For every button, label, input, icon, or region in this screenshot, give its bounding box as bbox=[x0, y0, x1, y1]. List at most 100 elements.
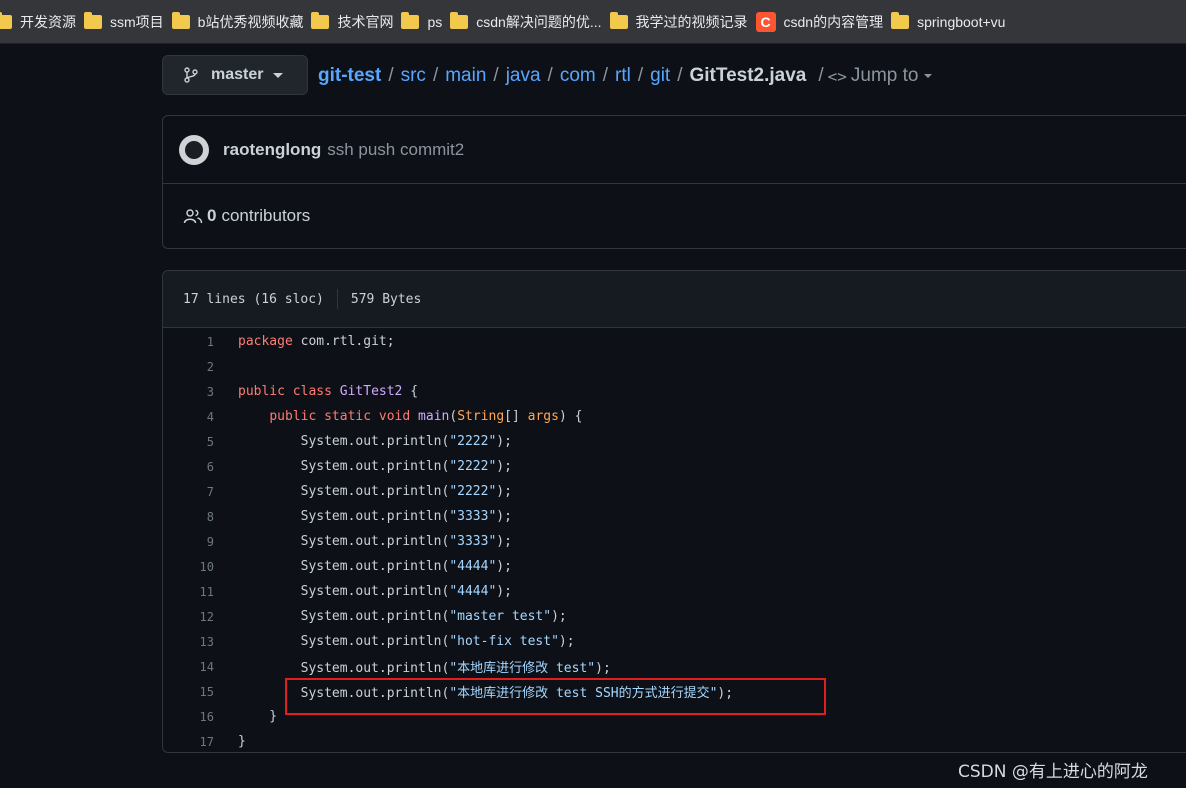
jump-to-label: Jump to bbox=[850, 65, 919, 86]
code-line: 10 System.out.println("4444"); bbox=[163, 554, 1186, 579]
line-number[interactable]: 13 bbox=[163, 635, 214, 649]
bookmark-label: ssm项目 bbox=[110, 13, 164, 30]
line-number[interactable]: 2 bbox=[163, 360, 214, 374]
code-line: 2 bbox=[163, 354, 1186, 379]
line-number[interactable]: 1 bbox=[163, 335, 214, 349]
bookmark-item[interactable]: ps bbox=[401, 0, 450, 43]
code-line: 12 System.out.println("master test"); bbox=[163, 604, 1186, 629]
code-token: String bbox=[457, 409, 505, 424]
breadcrumb: git-test / src / main / java / com / rtl / git / GitT… bbox=[318, 64, 932, 88]
code-token: ); bbox=[496, 484, 512, 499]
code-token: "4444" bbox=[449, 559, 497, 574]
code-token: } bbox=[238, 709, 278, 724]
code-token: com.rtl.git; bbox=[292, 334, 395, 349]
commit-row: raotenglong ssh push commit2 bbox=[163, 116, 1186, 184]
contributors-row[interactable]: 0 contributors bbox=[163, 184, 1186, 248]
line-number[interactable]: 6 bbox=[163, 460, 214, 474]
code-token: "3333" bbox=[449, 509, 497, 524]
line-number[interactable]: 7 bbox=[163, 485, 214, 499]
people-icon bbox=[183, 209, 203, 224]
divider bbox=[336, 289, 338, 309]
csdn-icon: C bbox=[755, 11, 776, 32]
breadcrumb-link[interactable]: rtl bbox=[615, 65, 631, 87]
code-token: "2222" bbox=[449, 484, 497, 499]
breadcrumb-separator: / bbox=[547, 65, 553, 86]
breadcrumb-separator: / bbox=[677, 65, 683, 86]
folder-icon bbox=[891, 11, 910, 29]
line-number[interactable]: 17 bbox=[163, 735, 214, 749]
code-token: ); bbox=[496, 434, 512, 449]
bookmark-item[interactable]: 开发资源 bbox=[0, 0, 84, 43]
line-code: System.out.println("hot-fix test"); bbox=[214, 634, 575, 649]
bookmark-label: csdn解决问题的优... bbox=[476, 13, 602, 30]
code-token: } bbox=[238, 734, 246, 749]
line-number[interactable]: 10 bbox=[163, 560, 214, 574]
line-number[interactable]: 9 bbox=[163, 535, 214, 549]
line-code: public class GitTest2 { bbox=[214, 384, 418, 399]
bookmark-item[interactable]: 技术官网 bbox=[311, 0, 401, 43]
line-code: System.out.println("master test"); bbox=[214, 609, 567, 624]
bookmark-label: b站优秀视频收藏 bbox=[197, 13, 304, 30]
code-token: main bbox=[418, 409, 450, 424]
code-line: 3 public class GitTest2 { bbox=[163, 379, 1186, 404]
line-code: System.out.println("4444"); bbox=[214, 559, 512, 574]
code-token: System.out.println( bbox=[238, 634, 450, 649]
breadcrumb-link[interactable]: src bbox=[401, 65, 426, 87]
line-number[interactable]: 12 bbox=[163, 610, 214, 624]
folder-icon bbox=[171, 11, 190, 29]
code-line: 13 System.out.println("hot-fix test"); bbox=[163, 629, 1186, 654]
code-token: "hot-fix test" bbox=[449, 634, 559, 649]
line-code: } bbox=[214, 709, 277, 724]
breadcrumb-link[interactable]: git bbox=[650, 65, 670, 87]
commit-message[interactable]: ssh push commit2 bbox=[327, 140, 464, 160]
code-line: 4 public static void main(String[] args)… bbox=[163, 404, 1186, 429]
line-number[interactable]: 11 bbox=[163, 585, 214, 599]
folder-icon bbox=[450, 11, 469, 29]
bookmark-item[interactable]: 我学过的视频记录 bbox=[609, 0, 756, 43]
code-token: [] bbox=[504, 409, 528, 424]
breadcrumb-separator: / bbox=[432, 65, 439, 86]
bookmark-item[interactable]: springboot+vu bbox=[891, 0, 1013, 43]
line-number[interactable]: 5 bbox=[163, 435, 214, 449]
breadcrumb-separator: / bbox=[637, 65, 644, 86]
code-token: ); bbox=[551, 609, 567, 624]
breadcrumb-link[interactable]: com bbox=[560, 65, 596, 87]
bookmark-item[interactable]: b站优秀视频收藏 bbox=[171, 0, 312, 43]
code-line: 6 System.out.println("2222"); bbox=[163, 454, 1186, 479]
breadcrumb-repo-link[interactable]: git-test bbox=[318, 65, 381, 87]
line-number[interactable]: 8 bbox=[163, 510, 214, 524]
breadcrumb-link[interactable]: java bbox=[506, 65, 541, 87]
breadcrumb-link[interactable]: main bbox=[445, 65, 486, 87]
code-token: static bbox=[324, 409, 372, 424]
bookmark-label: csdn的内容管理 bbox=[783, 13, 884, 30]
bookmark-item[interactable]: ssm项目 bbox=[84, 0, 172, 43]
jump-to-button[interactable]: <> Jump to bbox=[828, 65, 932, 87]
line-number[interactable]: 16 bbox=[163, 710, 214, 724]
line-code: System.out.println("3333"); bbox=[214, 534, 512, 549]
bookmark-item[interactable]: Ccsdn的内容管理 bbox=[755, 0, 892, 43]
code-token: System.out.println( bbox=[238, 534, 450, 549]
line-code: package com.rtl.git; bbox=[214, 334, 395, 349]
file-line-count: 17 lines (16 sloc) bbox=[183, 291, 324, 307]
code-line: 5 System.out.println("2222"); bbox=[163, 429, 1186, 454]
code-token: System.out.println( bbox=[238, 661, 450, 676]
line-number[interactable]: 3 bbox=[163, 385, 214, 399]
line-number[interactable]: 15 bbox=[163, 685, 214, 699]
line-number[interactable]: 14 bbox=[163, 660, 214, 674]
code-token: void bbox=[378, 409, 411, 424]
watermark: CSDN @有上进心的阿龙 bbox=[958, 762, 1148, 782]
folder-icon bbox=[609, 11, 628, 29]
bookmark-item[interactable]: csdn解决问题的优... bbox=[450, 0, 609, 43]
code-token: ) { bbox=[558, 409, 583, 424]
commit-author[interactable]: raotenglong bbox=[223, 140, 321, 160]
chevron-down-icon bbox=[923, 74, 932, 78]
code-token: System.out.println( bbox=[238, 484, 450, 499]
branch-select-button[interactable]: master bbox=[162, 55, 308, 95]
line-number[interactable]: 4 bbox=[163, 410, 214, 424]
avatar[interactable] bbox=[179, 134, 209, 165]
line-code: } bbox=[214, 734, 246, 749]
code-line: 7 System.out.println("2222"); bbox=[163, 479, 1186, 504]
